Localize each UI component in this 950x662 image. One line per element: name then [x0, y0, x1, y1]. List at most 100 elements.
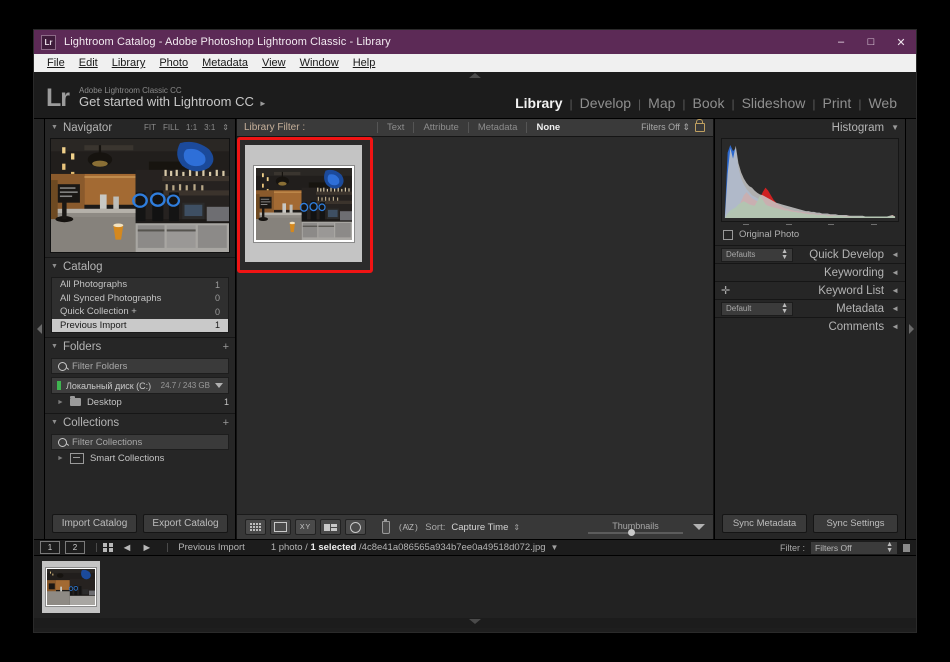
identity-text[interactable]: Adobe Lightroom Classic CC Get started w…: [79, 86, 267, 110]
add-collection-icon[interactable]: +: [223, 417, 229, 429]
navigator-preview[interactable]: [50, 138, 230, 253]
minimize-button[interactable]: –: [826, 30, 856, 54]
import-catalog-button[interactable]: Import Catalog: [52, 514, 137, 533]
bottom-panel-toggle[interactable]: [34, 618, 916, 628]
original-photo-row[interactable]: Original Photo: [715, 225, 905, 240]
left-panel: ▼ Navigator FIT FILL 1:1 3:1 ⇕ ▼ Catalog…: [45, 119, 236, 539]
disclosure-icon[interactable]: ►: [57, 399, 64, 406]
navigator-header[interactable]: ▼ Navigator FIT FILL 1:1 3:1 ⇕: [45, 119, 235, 136]
people-view-icon[interactable]: [345, 519, 366, 535]
module-print[interactable]: Print: [816, 95, 859, 111]
filmstrip-source[interactable]: Previous Import: [178, 542, 245, 553]
chevron-down-icon[interactable]: ▼: [551, 543, 559, 552]
section-metadata[interactable]: Default ▲ ▼ Metadata ◄: [715, 299, 905, 317]
menu-library[interactable]: Library: [105, 56, 153, 70]
zoom-fit[interactable]: FIT: [144, 123, 156, 132]
volume-row[interactable]: Локальный диск (C:) 24.7 / 243 GB: [51, 377, 229, 394]
filters-off-label[interactable]: Filters Off ⇕: [641, 122, 690, 133]
section-keywording[interactable]: Keywording ◄: [715, 263, 905, 281]
left-panel-toggle[interactable]: [34, 119, 45, 539]
collections-header[interactable]: ▼ Collections +: [45, 414, 235, 431]
slider-knob[interactable]: [627, 528, 635, 536]
grid-icon[interactable]: [103, 542, 113, 553]
histogram-chart[interactable]: [721, 138, 899, 222]
folders-header[interactable]: ▼ Folders +: [45, 338, 235, 355]
close-button[interactable]: ✕: [886, 30, 916, 54]
chevron-down-icon[interactable]: [215, 383, 223, 388]
add-keyword-icon[interactable]: ✛: [721, 284, 730, 297]
menu-help[interactable]: Help: [346, 56, 383, 70]
catalog-item-all-synced-photographs[interactable]: All Synced Photographs 0: [52, 292, 228, 306]
original-photo-checkbox[interactable]: [723, 229, 733, 240]
filter-tab-none[interactable]: None: [526, 122, 569, 133]
module-book[interactable]: Book: [686, 95, 732, 111]
menu-view[interactable]: View: [255, 56, 293, 70]
zoom-1-1[interactable]: 1:1: [186, 123, 197, 132]
filename: /4c8e41a086565a934b7ee0a49518d072.jpg: [356, 542, 546, 553]
catalog-item-quick-collection[interactable]: Quick Collection + 0: [52, 305, 228, 319]
sort-direction-icon[interactable]: ( A\Z ): [399, 523, 418, 532]
grid-view-icon[interactable]: [245, 519, 266, 535]
filter-collections-input[interactable]: Filter Collections: [51, 434, 229, 450]
export-catalog-button[interactable]: Export Catalog: [143, 514, 228, 533]
filmstrip-count: 1 photo / 1 selected /4c8e41a086565a934b…: [271, 542, 546, 553]
module-map[interactable]: Map: [641, 95, 682, 111]
spray-can-icon[interactable]: [382, 518, 390, 534]
compare-view-icon[interactable]: XY: [295, 519, 316, 535]
filter-folders-input[interactable]: Filter Folders: [51, 358, 229, 374]
sync-settings-button[interactable]: Sync Settings: [813, 514, 898, 533]
loupe-view-icon[interactable]: [270, 519, 291, 535]
disclosure-icon[interactable]: ►: [57, 455, 64, 462]
filter-tab-attribute[interactable]: Attribute: [413, 122, 467, 133]
thumbnail-size-slider[interactable]: [588, 528, 683, 536]
lock-icon[interactable]: [694, 119, 705, 132]
sort-stepper-icon[interactable]: ⇕: [513, 523, 520, 532]
metadata-preset-dropdown[interactable]: Default ▲ ▼: [721, 301, 793, 316]
forward-arrow-icon[interactable]: ►: [141, 542, 152, 554]
right-panel-toggle[interactable]: [905, 119, 916, 539]
module-library[interactable]: Library: [508, 95, 569, 111]
catalog-item-label: All Photographs: [60, 279, 128, 291]
menu-edit[interactable]: Edit: [72, 56, 105, 70]
screen-2-button[interactable]: 2: [65, 541, 85, 554]
filter-dropdown[interactable]: Filters Off ▲ ▼: [810, 540, 898, 555]
screen-1-button[interactable]: 1: [40, 541, 60, 554]
menu-metadata[interactable]: Metadata: [195, 56, 255, 70]
menu-photo[interactable]: Photo: [152, 56, 195, 70]
menu-window[interactable]: Window: [293, 56, 346, 70]
filmstrip-cell[interactable]: [42, 561, 100, 613]
chevron-down-icon: ▼: [51, 263, 58, 270]
survey-view-icon[interactable]: [320, 519, 341, 535]
zoom-fill[interactable]: FILL: [163, 123, 179, 132]
section-quick-develop[interactable]: Defaults ▲ ▼ Quick Develop ◄: [715, 245, 905, 263]
zoom-stepper-icon[interactable]: ⇕: [222, 123, 229, 132]
section-comments[interactable]: Comments ◄: [715, 317, 905, 335]
filter-tab-metadata[interactable]: Metadata: [467, 122, 527, 133]
module-web[interactable]: Web: [861, 95, 904, 111]
filter-tab-text[interactable]: Text: [377, 122, 413, 133]
module-slideshow[interactable]: Slideshow: [735, 95, 813, 111]
filmstrip[interactable]: [34, 555, 916, 618]
photo-cell[interactable]: [245, 145, 362, 262]
menu-file[interactable]: File: [40, 56, 72, 70]
volume-size: 24.7 / 243 GB: [160, 381, 210, 390]
collection-item-smart-collections[interactable]: ► Smart Collections: [45, 451, 235, 465]
catalog-header[interactable]: ▼ Catalog: [45, 258, 235, 275]
folder-item-desktop[interactable]: ► Desktop 1: [45, 395, 235, 409]
maximize-button[interactable]: □: [856, 30, 886, 54]
grid-view[interactable]: [237, 137, 713, 514]
back-arrow-icon[interactable]: ◄: [122, 542, 133, 554]
quick-develop-preset-dropdown[interactable]: Defaults ▲ ▼: [721, 247, 793, 262]
histogram-header[interactable]: Histogram ▼: [715, 119, 905, 136]
sync-metadata-button[interactable]: Sync Metadata: [722, 514, 807, 533]
toolbar-options-caret-icon[interactable]: [693, 524, 705, 530]
sort-value[interactable]: Capture Time: [451, 522, 508, 533]
section-keyword-list[interactable]: ✛ Keyword List ◄: [715, 281, 905, 299]
catalog-item-all-photographs[interactable]: All Photographs 1: [52, 278, 228, 292]
filter-lock-icon[interactable]: [903, 543, 910, 552]
quick-develop-title: Quick Develop: [809, 248, 885, 261]
zoom-3-1[interactable]: 3:1: [204, 123, 215, 132]
module-develop[interactable]: Develop: [573, 95, 638, 111]
catalog-item-previous-import[interactable]: Previous Import 1: [52, 318, 228, 332]
add-folder-icon[interactable]: +: [223, 341, 229, 353]
